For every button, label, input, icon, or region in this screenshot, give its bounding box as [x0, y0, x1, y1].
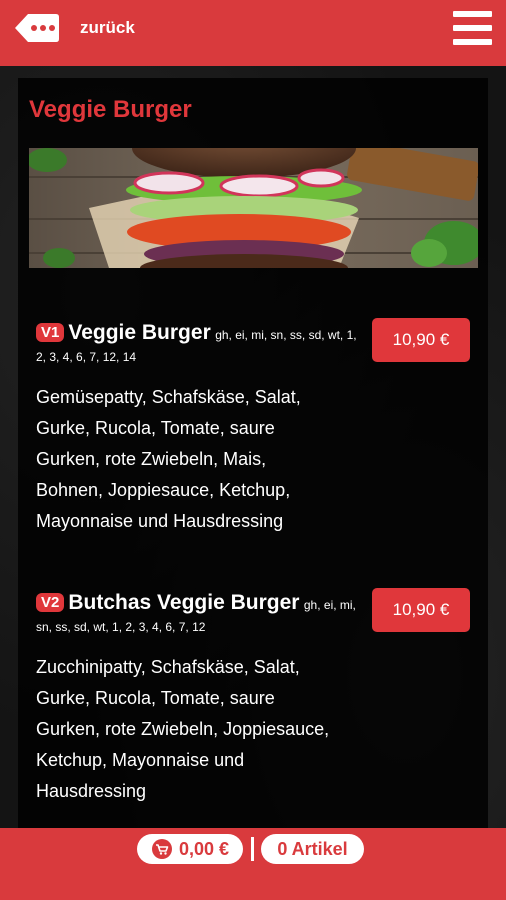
cart-total-button[interactable]: 0,00 € [137, 834, 243, 864]
back-label[interactable]: zurück [80, 18, 135, 38]
category-image [29, 148, 478, 268]
hamburger-menu-icon [453, 11, 492, 17]
menu-content[interactable]: Veggie Burger V1 Veggie Burger gh, ei, m… [0, 66, 506, 828]
item-description: Zucchinipatty, Schafskäse, Salat, Gurke,… [36, 657, 330, 801]
veggie-burger-photo [29, 148, 478, 268]
add-to-cart-price-button[interactable]: 10,90 € [372, 588, 470, 632]
cart-item-count: 0 Artikel [277, 838, 348, 859]
shopping-cart-icon [151, 839, 172, 859]
item-code-badge: V1 [36, 323, 65, 342]
cart-item-count-button[interactable]: 0 Artikel [261, 834, 364, 864]
category-title: Veggie Burger [29, 96, 192, 123]
hamburger-menu-button[interactable] [453, 11, 492, 45]
footer-divider [251, 837, 254, 861]
item-code-badge: V2 [36, 593, 65, 612]
bottom-bar: 0,00 € 0 Artikel [0, 828, 506, 900]
item-name: Veggie Burger [68, 321, 211, 344]
cart-total: 0,00 € [178, 838, 230, 859]
item-name: Butchas Veggie Burger [68, 591, 300, 614]
menu-item: V2 Butchas Veggie Burger gh, ei, mi, sn, … [36, 588, 476, 807]
back-button[interactable] [14, 12, 60, 44]
menu-item-header: V1 Veggie Burger gh, ei, mi, sn, ss, sd, … [36, 318, 366, 366]
menu-item: V1 Veggie Burger gh, ei, mi, sn, ss, sd, … [36, 318, 476, 537]
back-dots-icon [15, 14, 59, 42]
item-description: Gemüsepatty, Schafskäse, Salat, Gurke, R… [36, 387, 301, 531]
menu-item-header: V2 Butchas Veggie Burger gh, ei, mi, sn, … [36, 588, 366, 636]
top-bar: zurück [0, 0, 506, 66]
add-to-cart-price-button[interactable]: 10,90 € [372, 318, 470, 362]
